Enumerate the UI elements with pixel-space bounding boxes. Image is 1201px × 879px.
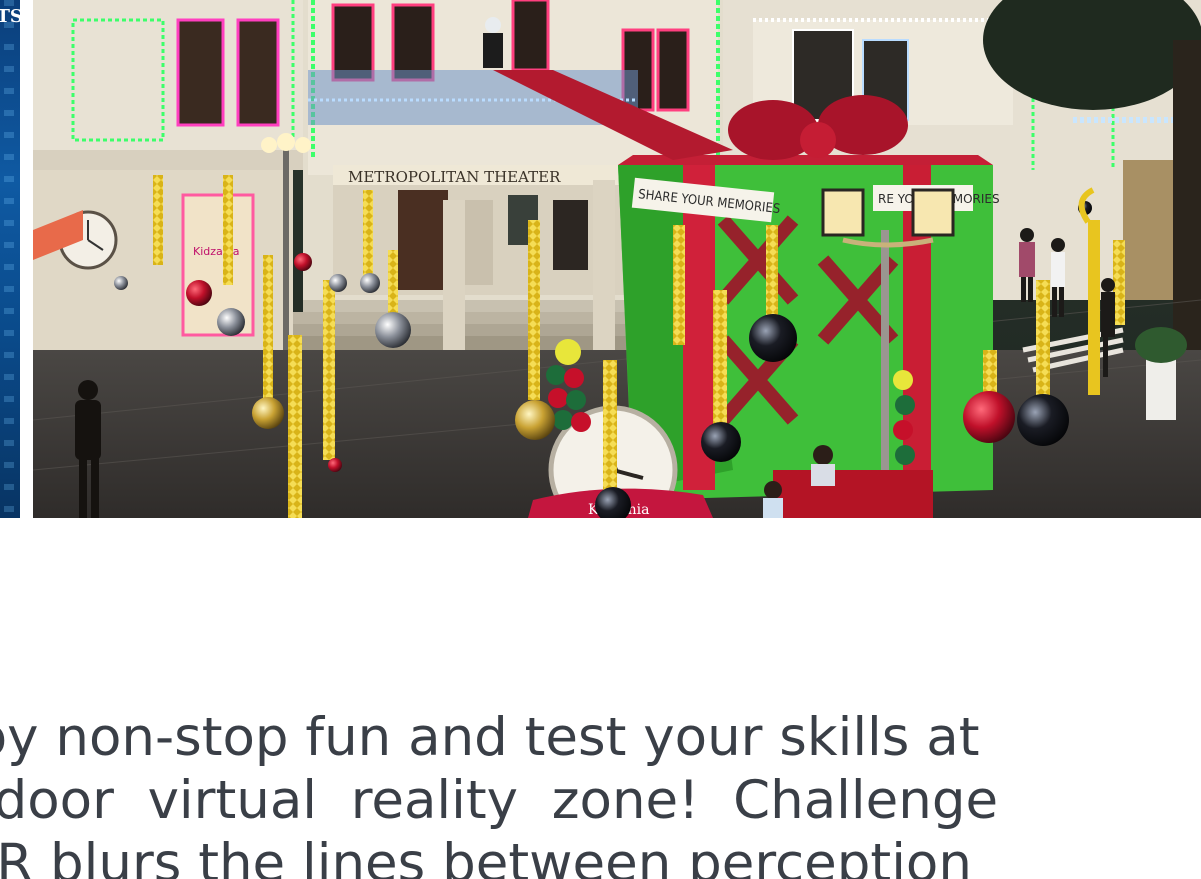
image-gallery[interactable]: NTS	[0, 0, 1201, 518]
prev-photo-caption: NTS	[0, 6, 20, 27]
theater-sign: METROPOLITAN THEATER	[348, 168, 561, 186]
description-text: joy non-stop fun and test your skills at…	[0, 706, 1032, 879]
main-gallery-photo[interactable]: METROPOLITAN THEATER Kidzania SHARE YOUR…	[33, 0, 1201, 518]
description-line-2: ndoor virtual reality zone! Challenge	[0, 770, 999, 831]
page: NTS	[0, 0, 1201, 879]
christmas-theater-illustration: METROPOLITAN THEATER Kidzania SHARE YOUR…	[33, 0, 1201, 518]
description-line-1: joy non-stop fun and test your skills at	[0, 707, 980, 768]
description-line-3: XR blurs the lines between perception	[0, 833, 972, 879]
previous-gallery-photo[interactable]: NTS	[0, 0, 20, 518]
